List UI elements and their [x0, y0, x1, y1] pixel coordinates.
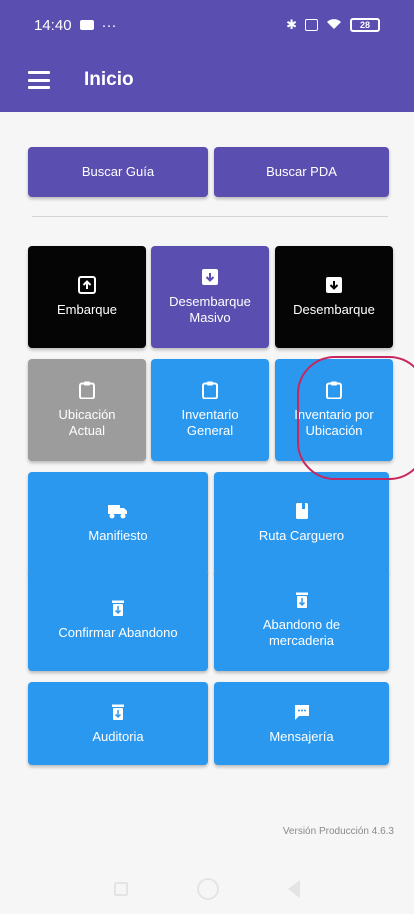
confirmar-abandono-button[interactable]: Confirmar Abandono [28, 569, 208, 671]
clipboard-icon [79, 381, 95, 399]
toolbar: Inicio [0, 54, 414, 106]
archive-box-icon [326, 277, 342, 293]
truck-icon [108, 505, 127, 519]
buscar-pda-label: Buscar PDA [266, 164, 337, 179]
clipboard-icon [202, 381, 218, 399]
chat-bubble-icon [294, 704, 309, 720]
back-icon[interactable] [287, 880, 300, 898]
status-more: ··· [101, 16, 117, 34]
book-icon [295, 503, 308, 519]
battery-level: 28 [359, 20, 370, 30]
home-icon[interactable] [196, 878, 219, 900]
mensajeria-button[interactable]: Mensajería [214, 682, 389, 765]
confirmar-abandono-label: Confirmar Abandono [58, 625, 178, 640]
notification-icon [79, 20, 94, 30]
embarque-button[interactable]: Embarque [28, 246, 146, 348]
inventario-general-button[interactable]: Inventario General [151, 359, 269, 461]
ubicacion-actual-button[interactable]: Ubicación Actual [28, 359, 146, 461]
bluetooth-icon: ✱ [286, 17, 297, 32]
manifiesto-label: Manifiesto [88, 528, 148, 543]
trash-icon [295, 592, 308, 608]
desembarque-masivo-label: Desembarque Masivo [169, 294, 251, 325]
auditoria-label: Auditoria [92, 728, 144, 744]
page-title: Inicio [84, 69, 134, 90]
desembarque-label: Desembarque [293, 302, 375, 317]
archive-box-icon [202, 269, 218, 285]
desembarque-masivo-button[interactable]: Desembarque Masivo [151, 246, 269, 348]
system-nav-bar [0, 864, 414, 914]
mensajeria-label: Mensajería [269, 728, 334, 744]
menu-icon[interactable] [28, 71, 50, 89]
buscar-guia-button[interactable]: Buscar Guía [28, 147, 208, 197]
abandono-mercaderia-label: Abandono de mercaderia [262, 617, 341, 648]
auditoria-button[interactable]: Auditoria [28, 682, 208, 765]
highlight-circle [297, 356, 414, 480]
ruta-carguero-label: Ruta Carguero [258, 528, 345, 543]
version-label: Versión Producción 4.6.3 [282, 826, 394, 837]
divider [32, 216, 388, 217]
app-bar: 14:40 ··· ✱ 28 Inicio [0, 0, 414, 112]
status-left: 14:40 ··· [34, 17, 117, 34]
sim-icon [305, 19, 318, 31]
status-bar: 14:40 ··· ✱ 28 [0, 0, 414, 50]
wifi-icon [326, 18, 342, 33]
buscar-guia-label: Buscar Guía [81, 164, 155, 179]
abandono-mercaderia-button[interactable]: Abandono de mercaderia [214, 569, 389, 671]
battery-icon: 28 [350, 18, 380, 32]
buscar-pda-button[interactable]: Buscar PDA [214, 147, 389, 197]
desembarque-button[interactable]: Desembarque [275, 246, 393, 348]
recents-icon[interactable] [114, 882, 129, 896]
trash-icon [112, 600, 124, 616]
embarque-label: Embarque [57, 302, 117, 317]
status-right: ✱ 28 [286, 17, 380, 33]
manifiesto-button[interactable]: Manifiesto [28, 472, 208, 574]
upload-box-icon [78, 276, 96, 294]
ubicacion-actual-label: Ubicación Actual [58, 407, 116, 438]
status-time: 14:40 [34, 16, 72, 34]
inventario-general-label: Inventario General [181, 407, 239, 438]
ruta-carguero-button[interactable]: Ruta Carguero [214, 472, 389, 574]
trash-icon [112, 704, 124, 720]
